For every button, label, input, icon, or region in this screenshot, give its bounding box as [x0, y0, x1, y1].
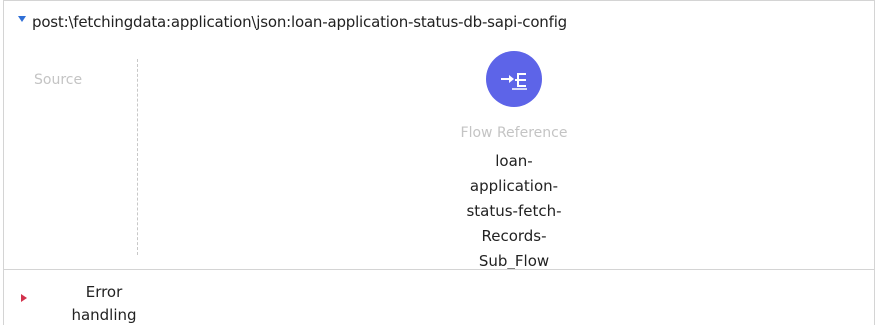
flow-title[interactable]: post:\fetchingdata:application\json:loan…: [32, 13, 567, 31]
component-name-line: Records-: [481, 227, 547, 245]
source-placeholder[interactable]: Source: [34, 72, 82, 88]
collapse-arrow-icon[interactable]: [18, 16, 26, 22]
error-handling-line: handling: [71, 306, 137, 324]
flow-reference-component[interactable]: Flow Reference loan- application- status…: [424, 51, 604, 274]
component-type-label: Flow Reference: [460, 125, 568, 141]
flow-reference-icon[interactable]: [486, 51, 542, 107]
section-divider: [4, 269, 874, 270]
flow-header[interactable]: post:\fetchingdata:application\json:loan…: [4, 1, 874, 43]
component-name-line: loan-: [495, 152, 533, 170]
source-divider: [137, 59, 138, 255]
error-handling-line: Error: [85, 283, 123, 301]
flow-panel: post:\fetchingdata:application\json:loan…: [3, 0, 875, 325]
component-name-label: loan- application- status-fetch- Records…: [439, 149, 589, 274]
component-name-line: status-fetch-: [466, 202, 562, 220]
component-name-line: application-: [469, 177, 559, 195]
component-name-line: Sub_Flow: [478, 252, 550, 270]
error-handling-label[interactable]: Error handling: [44, 281, 164, 327]
expand-arrow-icon[interactable]: [21, 294, 27, 302]
